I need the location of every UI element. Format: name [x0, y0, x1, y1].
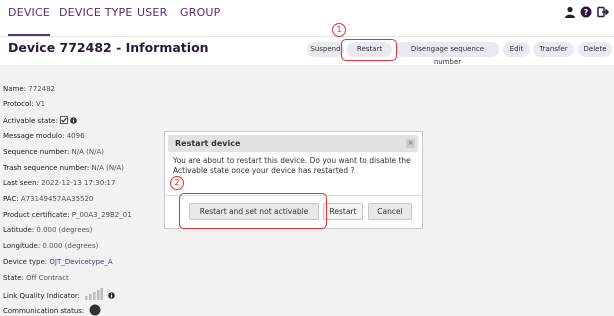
detail-device-type: Device type: OJT_Devicetype_A [3, 258, 113, 266]
detail-activable-state: Activable state: [3, 116, 77, 125]
help-icon[interactable]: ? [580, 6, 592, 18]
detail-sequence-number: Sequence number: N/A (N/A) [3, 148, 105, 156]
annotation-marker-1: 1 [332, 23, 346, 37]
tab-device-type[interactable]: DEVICE TYPE [59, 0, 133, 34]
dialog-message: You are about to restart this device. Do… [173, 156, 411, 175]
suspend-button[interactable]: Suspend [307, 42, 344, 57]
detail-link-quality: Link Quality Indicator: [3, 288, 116, 300]
edit-button[interactable]: Edit [503, 42, 530, 57]
cancel-button[interactable]: Cancel [368, 203, 412, 220]
detail-state: State: Off Contract [3, 274, 69, 282]
detail-protocol: Protocol: V1 [3, 100, 46, 108]
detail-name: Name: 772482 [3, 85, 55, 93]
checkbox-checked-icon [59, 116, 68, 124]
annotation-box-restart [341, 39, 397, 61]
info-icon[interactable] [108, 292, 116, 299]
svg-text:?: ? [584, 8, 589, 17]
detail-pac: PAC: A73149457AA35520 [3, 195, 94, 203]
annotation-box-restart-not-activable [179, 193, 327, 229]
annotation-marker-2: 2 [170, 176, 184, 190]
detail-longitude: Longitude: 0.000 (degrees) [3, 242, 99, 250]
detail-communication-status: Communication status: [3, 304, 101, 316]
logout-icon[interactable] [597, 6, 609, 18]
detail-message-modulo: Message modulo: 4096 [3, 132, 85, 140]
detail-trash-sequence-number: Trash sequence number: N/A (N/A) [3, 164, 124, 172]
tab-group[interactable]: GROUP [180, 0, 221, 34]
detail-last-seen: Last seen: 2022-12-13 17:30:17 [3, 179, 116, 187]
top-nav: DEVICE DEVICE TYPE USER GROUP ? [0, 0, 614, 37]
page-header: Device 772482 - Information Suspend Rest… [0, 37, 614, 66]
dialog-title: Restart device [175, 139, 241, 148]
status-dot-icon [89, 304, 100, 316]
tab-device[interactable]: DEVICE [8, 0, 51, 36]
restart-confirm-button[interactable]: Restart [323, 203, 363, 220]
detail-product-certificate: Product certificate: P_00A3_29B2_01 [3, 211, 132, 219]
detail-latitude: Latitude: 0.000 (degrees) [3, 226, 93, 234]
info-icon[interactable] [70, 117, 77, 124]
device-type-link[interactable]: OJT_Devicetype_A [49, 258, 112, 266]
user-icon[interactable] [564, 6, 576, 18]
transfer-button[interactable]: Transfer [533, 42, 574, 57]
signal-bars-icon [85, 288, 104, 300]
dialog-header: Restart device × [168, 135, 418, 152]
close-icon[interactable]: × [406, 139, 415, 148]
disengage-sequence-number-button[interactable]: Disengage sequence number [396, 42, 499, 66]
tab-user[interactable]: USER [137, 0, 167, 34]
page-title: Device 772482 - Information [8, 40, 209, 55]
delete-button[interactable]: Delete [578, 42, 612, 57]
